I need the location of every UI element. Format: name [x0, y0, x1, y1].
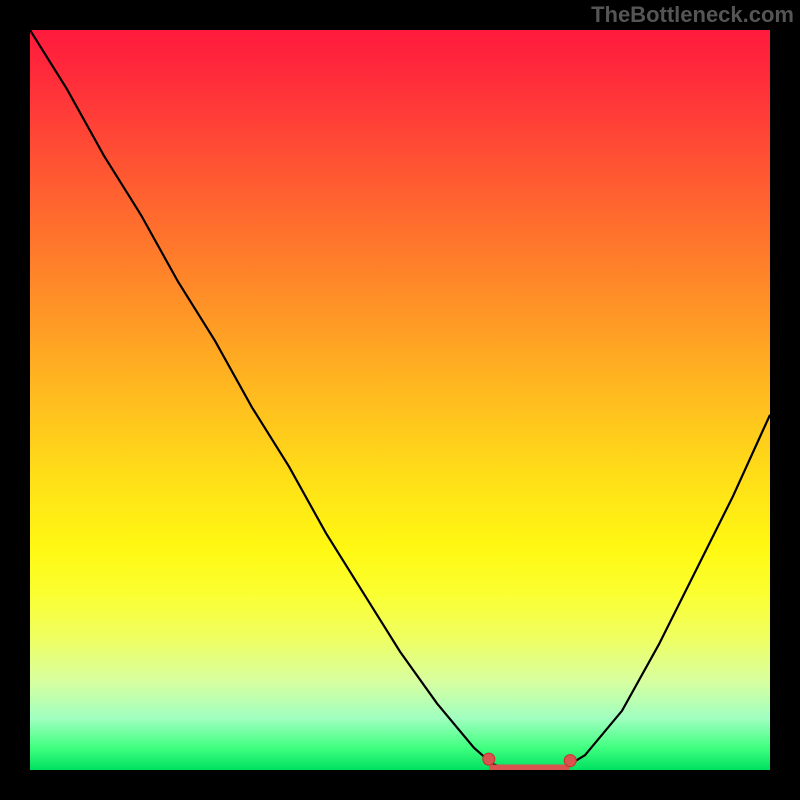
marker-1	[564, 755, 576, 767]
chart-container: TheBottleneck.com	[0, 0, 800, 800]
curve-path	[30, 30, 770, 770]
plot-area	[30, 30, 770, 770]
bottleneck-curve	[30, 30, 770, 770]
marker-0	[483, 753, 495, 765]
watermark: TheBottleneck.com	[591, 2, 794, 28]
